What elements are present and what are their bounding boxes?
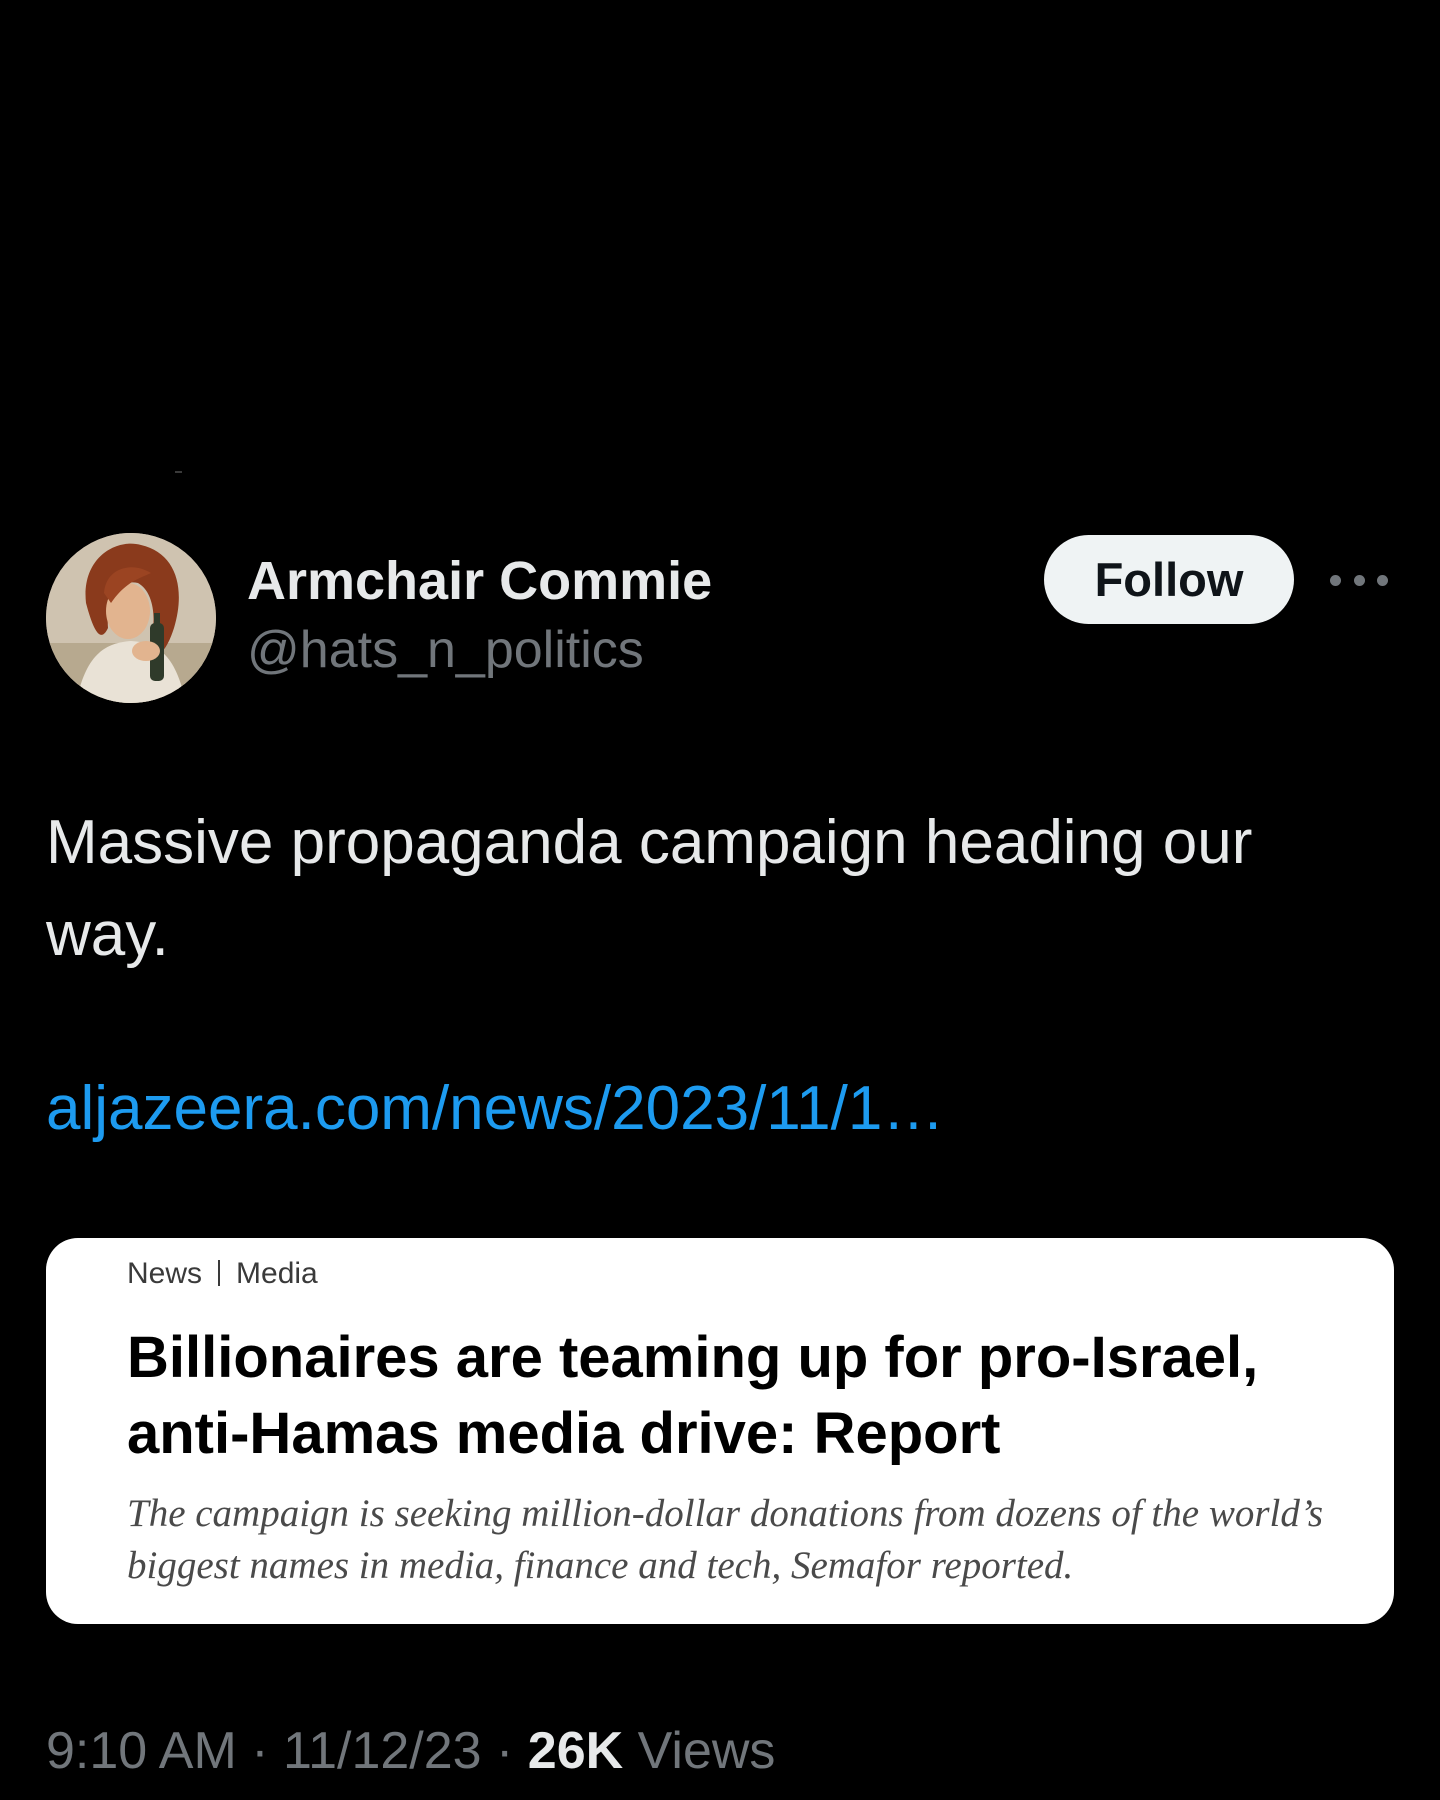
- link-preview-card[interactable]: News Media Billionaires are teaming up fo…: [46, 1238, 1394, 1624]
- views-count: 26K: [527, 1722, 624, 1780]
- more-dot: [1330, 574, 1341, 586]
- card-section: News: [127, 1257, 203, 1290]
- avatar[interactable]: [46, 533, 216, 703]
- views-label: Views: [637, 1722, 776, 1780]
- tweet-time[interactable]: 9:10 AM: [46, 1722, 237, 1780]
- meta-separator: ·: [496, 1722, 528, 1780]
- display-name[interactable]: Armchair Commie: [247, 550, 712, 612]
- card-category: News Media: [127, 1257, 318, 1291]
- card-headline: Billionaires are teaming up for pro-Isra…: [127, 1325, 1259, 1466]
- card-subsection: Media: [236, 1257, 318, 1290]
- more-dot: [1353, 574, 1365, 586]
- tweet-metadata: 9:10 AM · 11/12/23 · 26K Views: [46, 1721, 775, 1781]
- more-horizontal-icon[interactable]: [1330, 572, 1388, 588]
- meta-separator: ·: [251, 1722, 284, 1780]
- card-summary: The campaign is seeking million-dollar d…: [127, 1492, 1323, 1587]
- tweet-detail: Armchair Commie @hats_n_politics Follow …: [0, 0, 1440, 1800]
- avatar-photo: [46, 533, 216, 703]
- tweet-date[interactable]: 11/12/23: [283, 1722, 482, 1780]
- category-separator: [218, 1260, 221, 1286]
- more-dot: [1377, 574, 1388, 586]
- tweet-link[interactable]: aljazeera.com/news/2023/11/1…: [46, 1073, 944, 1144]
- user-handle[interactable]: @hats_n_politics: [247, 620, 644, 680]
- follow-button[interactable]: Follow: [1044, 535, 1294, 624]
- tweet-text: Massive propaganda campaign heading our …: [46, 808, 1253, 969]
- divider-mark: [175, 471, 182, 473]
